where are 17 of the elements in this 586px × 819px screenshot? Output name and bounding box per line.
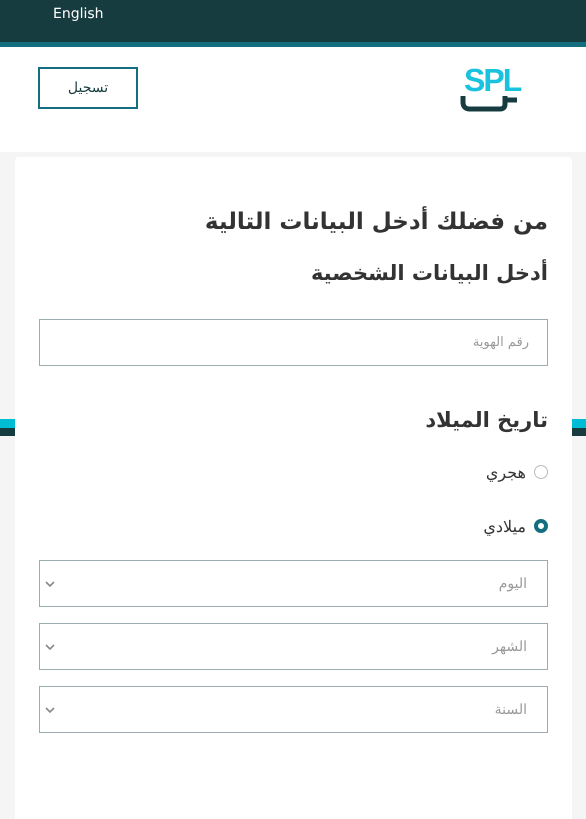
birth-date-title: تاريخ الميلاد: [424, 408, 548, 432]
section-title: أدخل البيانات الشخصية: [310, 261, 548, 285]
id-input-field[interactable]: رقم الهوية: [39, 319, 548, 366]
dropdown-field[interactable]: الشهر: [39, 623, 548, 670]
chevron-down-icon: [45, 644, 55, 650]
chevron-down-icon: [45, 580, 55, 586]
language-link[interactable]: English: [53, 6, 104, 22]
radio-label: هجري: [486, 462, 526, 482]
dropdown-field[interactable]: السنة: [39, 686, 548, 733]
radio-button[interactable]: [534, 465, 548, 479]
dropdown-field[interactable]: اليوم: [39, 560, 548, 607]
register-button[interactable]: تسجيل: [38, 67, 138, 109]
logo-swoosh-icon: [460, 96, 520, 112]
radio-button[interactable]: [534, 519, 548, 533]
logo-text: SPL: [464, 67, 520, 94]
chevron-down-icon: [45, 706, 55, 712]
radio-label: ميلادي: [483, 516, 526, 536]
